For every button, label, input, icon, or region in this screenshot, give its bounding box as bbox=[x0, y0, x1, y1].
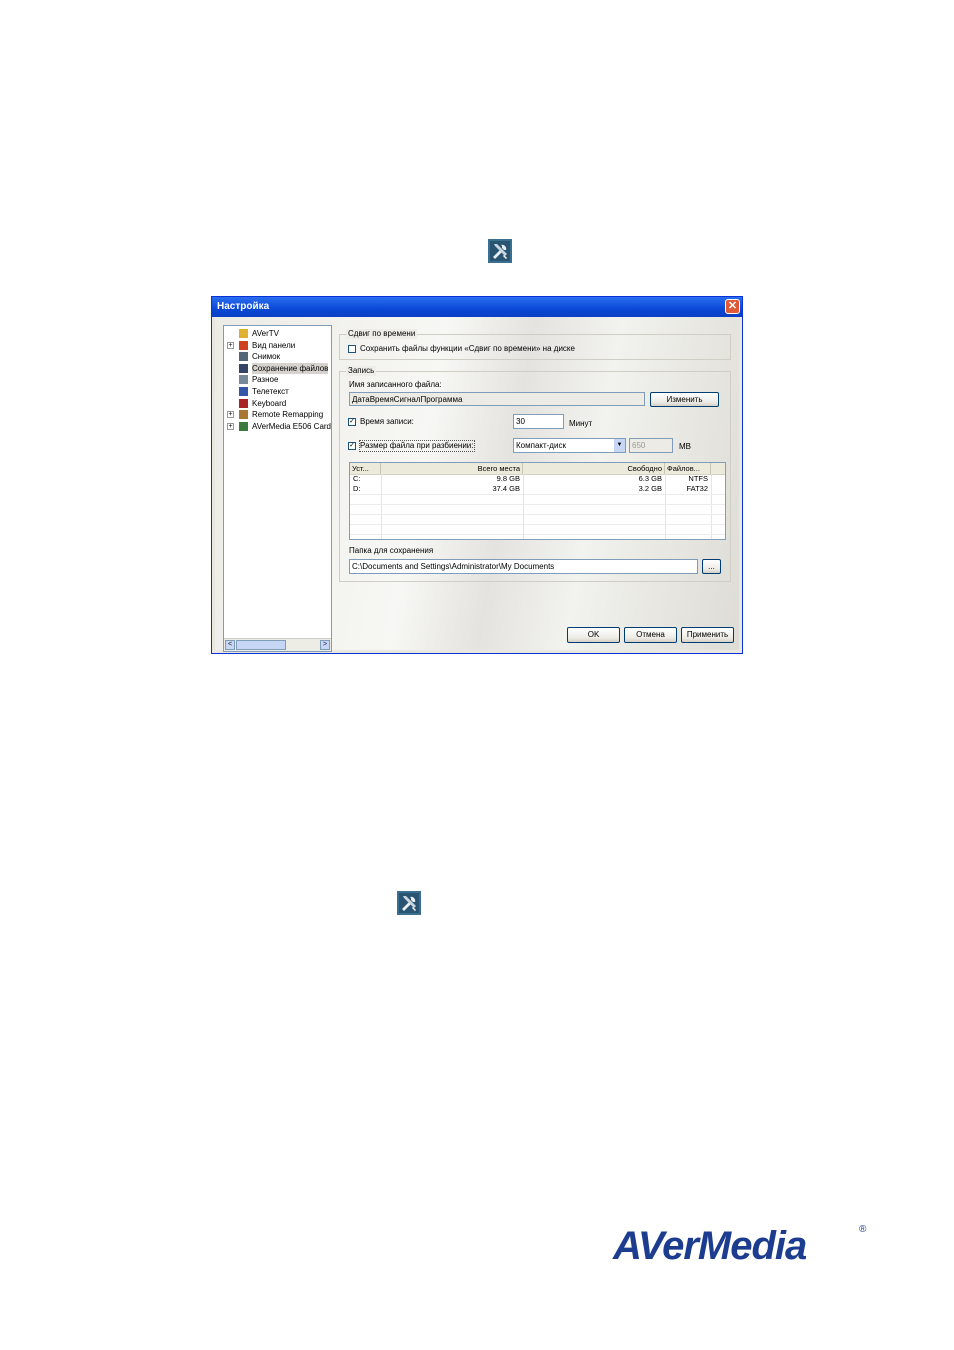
filename-label: Имя записанного файла: bbox=[349, 380, 442, 389]
tree-item[interactable]: + Вид панели bbox=[224, 340, 334, 351]
record-time-input[interactable]: 30 bbox=[513, 414, 564, 429]
dialog-client: AVerTV + Вид панели Снимок Сохранение файлов… bbox=[215, 317, 739, 652]
tree-item[interactable]: + Remote Remapping bbox=[224, 409, 334, 420]
record-group-title: Запись bbox=[346, 366, 377, 376]
change-filename-button[interactable]: Изменить bbox=[650, 392, 719, 407]
tools-icon bbox=[397, 891, 421, 915]
misc-icon bbox=[239, 375, 248, 385]
close-button[interactable]: ✕ bbox=[725, 299, 740, 314]
record-time-label: Время записи: bbox=[360, 417, 414, 426]
browse-folder-button[interactable]: ... bbox=[702, 559, 721, 574]
drive-row[interactable]: D: 37.4 GB 3.2 GB FAT32 bbox=[350, 484, 725, 494]
record-time-unit: Минут bbox=[569, 419, 593, 428]
split-size-checkbox[interactable]: ✓ bbox=[348, 442, 356, 450]
drive-cell: C: bbox=[353, 474, 361, 483]
filename-field: ДатаВремяСигналПрограмма bbox=[349, 392, 645, 406]
save-files-icon bbox=[239, 363, 248, 373]
tree-item-label: Remote Remapping bbox=[252, 410, 324, 420]
record-time-checkbox[interactable]: ✓ bbox=[348, 418, 356, 426]
settings-tree[interactable]: AVerTV + Вид панели Снимок Сохранение файлов… bbox=[223, 325, 332, 652]
cancel-button[interactable]: Отмена bbox=[624, 627, 677, 643]
drive-cell: FAT32 bbox=[686, 484, 708, 493]
scroll-right-arrow-icon[interactable]: > bbox=[320, 640, 330, 650]
tree-item[interactable]: AVerTV bbox=[224, 328, 334, 339]
drive-list[interactable]: Уст... Всего места Свободно Файлов... C:… bbox=[349, 462, 726, 540]
column-total[interactable]: Всего места bbox=[381, 463, 523, 474]
timeshift-save-label: Сохранить файлы функции «Сдвиг по времен… bbox=[360, 344, 575, 353]
ok-button[interactable]: OK bbox=[567, 627, 620, 643]
column-free[interactable]: Свободно bbox=[523, 463, 665, 474]
split-media-value: Компакт-диск bbox=[516, 441, 566, 450]
tree-item-label: Сохранение файлов bbox=[252, 362, 329, 374]
tree-item-label: AVerMedia E506 Card bbox=[252, 421, 332, 431]
logo-text: AVerMedia bbox=[613, 1224, 807, 1268]
split-size-label: Размер файла при разбиении: bbox=[359, 440, 475, 452]
app-icon bbox=[239, 329, 248, 338]
close-icon: ✕ bbox=[727, 300, 738, 312]
split-media-select[interactable]: Компакт-диск ▼ bbox=[513, 438, 626, 453]
snapshot-icon bbox=[239, 352, 248, 362]
card-icon bbox=[239, 421, 248, 431]
avermedia-logo: AVerMedia ® bbox=[613, 1222, 873, 1270]
tree-item-label: Разное bbox=[252, 375, 279, 385]
timeshift-group-title: Сдвиг по времени bbox=[346, 329, 418, 339]
registered-mark: ® bbox=[859, 1224, 867, 1235]
split-size-unit: MB bbox=[679, 442, 691, 451]
timeshift-save-checkbox[interactable] bbox=[348, 345, 356, 353]
tree-item[interactable]: Keyboard bbox=[224, 398, 334, 409]
panel-view-icon bbox=[239, 340, 248, 350]
tree-item[interactable]: Телетекст bbox=[224, 386, 334, 397]
drive-cell: 3.2 GB bbox=[638, 484, 662, 493]
column-filesystem[interactable]: Файлов... bbox=[665, 463, 711, 474]
expand-icon[interactable]: + bbox=[227, 422, 234, 430]
tree-item[interactable]: Снимок bbox=[224, 351, 334, 362]
settings-dialog: Настройка ✕ AVerTV + Вид панели Снимок Сохра… bbox=[211, 296, 743, 654]
title-bar[interactable]: Настройка ✕ bbox=[212, 297, 742, 317]
tree-item-label: Keyboard bbox=[252, 398, 287, 408]
keyboard-icon bbox=[239, 398, 248, 408]
tree-item[interactable]: + AVerMedia E506 Card bbox=[224, 421, 334, 432]
remote-icon bbox=[239, 410, 248, 420]
check-icon: ✓ bbox=[349, 418, 355, 425]
tree-horizontal-scrollbar[interactable]: < > bbox=[224, 638, 331, 651]
teletext-icon bbox=[239, 387, 248, 396]
split-size-input: 650 bbox=[629, 438, 673, 453]
scroll-left-arrow-icon[interactable]: < bbox=[225, 640, 235, 650]
drive-cell: D: bbox=[353, 484, 361, 493]
drive-cell: NTFS bbox=[688, 474, 708, 483]
tree-item-label: Телетекст bbox=[252, 387, 289, 396]
tree-item[interactable]: Сохранение файлов bbox=[224, 362, 334, 374]
tree-item[interactable]: Разное bbox=[224, 374, 334, 385]
save-folder-input[interactable]: C:\Documents and Settings\Administrator\… bbox=[349, 559, 698, 574]
check-icon: ✓ bbox=[349, 442, 355, 449]
drive-cell: 37.4 GB bbox=[492, 484, 520, 493]
chevron-down-icon[interactable]: ▼ bbox=[614, 439, 625, 452]
tree-item-label: AVerTV bbox=[252, 329, 279, 338]
dialog-title: Настройка bbox=[217, 301, 270, 312]
tree-item-label: Вид панели bbox=[252, 340, 296, 350]
scroll-thumb[interactable] bbox=[236, 640, 286, 650]
apply-button[interactable]: Применить bbox=[681, 627, 734, 643]
column-drive[interactable]: Уст... bbox=[350, 463, 381, 474]
expand-icon[interactable]: + bbox=[227, 411, 234, 419]
drive-cell: 6.3 GB bbox=[638, 474, 662, 483]
save-folder-label: Папка для сохранения bbox=[349, 546, 434, 555]
expand-icon[interactable]: + bbox=[227, 341, 234, 349]
drive-row[interactable]: C: 9.8 GB 6.3 GB NTFS bbox=[350, 474, 725, 484]
tree-item-label: Снимок bbox=[252, 352, 281, 362]
tools-icon bbox=[488, 239, 512, 263]
drive-cell: 9.8 GB bbox=[496, 474, 520, 483]
